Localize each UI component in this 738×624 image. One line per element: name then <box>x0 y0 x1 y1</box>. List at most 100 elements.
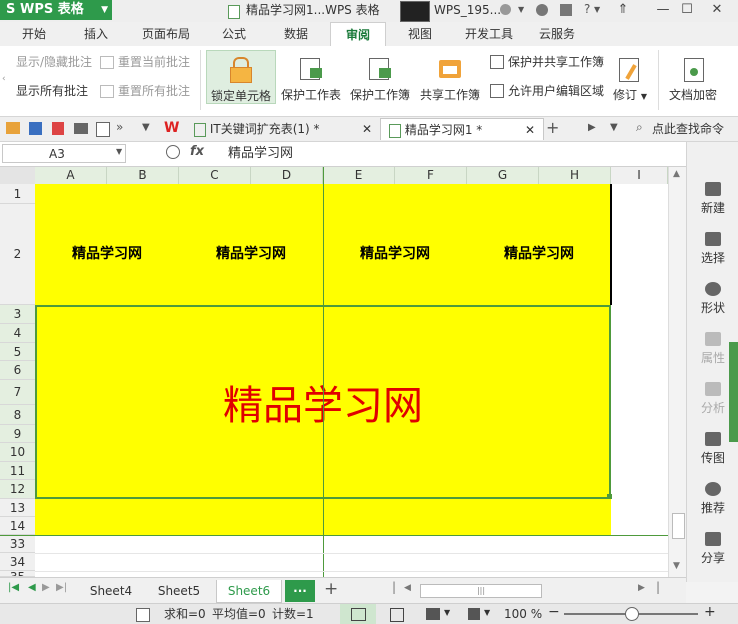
row-header[interactable]: 33 <box>0 535 35 553</box>
row-header[interactable]: 12 <box>0 480 35 499</box>
normal-view-button[interactable] <box>340 604 376 624</box>
panel-new[interactable]: 新建 <box>687 182 738 216</box>
zoom-formula-icon[interactable] <box>166 145 180 159</box>
maximize-button[interactable]: ☐ <box>676 0 698 20</box>
ribbon-scroll-left-icon[interactable]: ‹ <box>2 74 6 84</box>
chevron-down-icon[interactable]: ▼ <box>444 608 450 617</box>
tab-page-layout[interactable]: 页面布局 <box>136 22 196 46</box>
show-hide-comment-button[interactable]: 显示/隐藏批注 <box>16 52 92 72</box>
column-header[interactable]: G <box>467 167 539 184</box>
scroll-left-icon[interactable]: | <box>392 580 396 594</box>
column-header[interactable]: F <box>395 167 467 184</box>
chevron-down-icon[interactable]: ▼ <box>142 122 150 133</box>
next-sheet-icon[interactable]: ▶ <box>42 582 50 593</box>
horizontal-scroll-thumb[interactable]: ||| <box>420 584 542 598</box>
hscroll-left-icon[interactable]: ◀ <box>404 583 411 593</box>
close-button[interactable]: ✕ <box>706 0 728 20</box>
row-header[interactable]: 34 <box>0 553 35 571</box>
tab-view[interactable]: 视图 <box>400 22 440 46</box>
row-header[interactable]: 2 <box>0 204 35 305</box>
chevron-down-icon[interactable]: ▼ <box>594 5 600 14</box>
help-icon[interactable]: ? <box>584 2 590 16</box>
fx-button[interactable]: fx <box>190 144 204 159</box>
doc-encrypt-button[interactable]: 文档加密 <box>664 50 722 102</box>
pdf-icon[interactable] <box>52 122 64 135</box>
fill-handle[interactable] <box>607 494 612 499</box>
tab-list-icon[interactable]: ▼ <box>610 122 618 133</box>
row-header[interactable]: 11 <box>0 462 35 480</box>
column-header[interactable]: E <box>323 167 395 184</box>
save-icon[interactable] <box>29 122 42 135</box>
smiley-icon[interactable] <box>500 4 511 15</box>
sheet-tab-sheet4[interactable]: Sheet4 <box>80 580 142 602</box>
column-header[interactable]: C <box>179 167 251 184</box>
reset-all-comments-button[interactable]: 重置所有批注 <box>118 81 190 101</box>
cell-a2[interactable]: 精品学习网 <box>35 204 179 305</box>
tab-developer[interactable]: 开发工具 <box>460 22 518 46</box>
zoom-in-icon[interactable]: + <box>704 604 716 620</box>
column-header[interactable]: I <box>611 167 668 184</box>
cell-g2[interactable]: 精品学习网 <box>467 204 611 305</box>
user-name[interactable]: WPS_195... <box>434 0 501 20</box>
tab-cloud[interactable]: 云服务 <box>534 22 580 46</box>
print-icon[interactable] <box>74 123 88 134</box>
spreadsheet-grid[interactable]: A B C D E F G H I 1 2 3 4 5 6 7 8 9 10 1… <box>0 167 668 577</box>
row-header[interactable]: 14 <box>0 517 35 535</box>
allow-edit-ranges-button[interactable]: 允许用户编辑区域 <box>508 81 604 101</box>
zoom-out-icon[interactable]: − <box>548 604 560 620</box>
protect-share-workbook-button[interactable]: 保护并共享工作簿 <box>508 52 604 72</box>
more-icon[interactable]: » <box>116 120 123 134</box>
print-preview-icon[interactable] <box>96 122 110 137</box>
reset-current-comment-button[interactable]: 重置当前批注 <box>118 52 190 72</box>
open-icon[interactable] <box>6 122 20 134</box>
protect-sheet-button[interactable]: 保护工作表 <box>280 50 342 102</box>
row-header[interactable]: 7 <box>0 380 35 405</box>
prev-sheet-icon[interactable]: ◀ <box>28 582 36 593</box>
tab-nav-icon[interactable]: ▶ <box>588 122 596 133</box>
row-header[interactable]: 3 <box>0 305 35 324</box>
row-header[interactable]: 13 <box>0 499 35 517</box>
wps-home-icon[interactable]: W <box>164 120 179 136</box>
shirt-icon[interactable] <box>560 4 572 16</box>
tab-insert[interactable]: 插入 <box>76 22 116 46</box>
sheet-tab-sheet5[interactable]: Sheet5 <box>148 580 210 602</box>
macro-icon[interactable] <box>136 608 150 622</box>
doc-tab-jingpin[interactable]: 精品学习网1 * ✕ <box>380 118 544 140</box>
scroll-up-icon[interactable]: ▲ <box>673 169 680 179</box>
formula-input[interactable]: 精品学习网 <box>228 144 678 163</box>
zoom-slider-thumb[interactable] <box>625 607 639 621</box>
panel-select[interactable]: 选择 <box>687 232 738 266</box>
page-layout-view-icon[interactable] <box>426 608 440 620</box>
vertical-scrollbar[interactable]: ▲ ▼ <box>668 167 687 577</box>
new-tab-icon[interactable]: + <box>546 118 559 137</box>
search-icon[interactable]: ⌕ <box>636 120 643 135</box>
tab-formulas[interactable]: 公式 <box>214 22 254 46</box>
add-sheet-icon[interactable]: + <box>324 579 338 599</box>
skin-icon[interactable] <box>536 4 548 16</box>
page-break-view-icon[interactable] <box>390 608 404 622</box>
scroll-thumb[interactable] <box>672 513 685 539</box>
show-all-comments-button[interactable]: 显示所有批注 <box>16 81 88 101</box>
column-header[interactable]: B <box>107 167 179 184</box>
column-header[interactable]: A <box>35 167 107 184</box>
row-header[interactable]: 10 <box>0 443 35 462</box>
cell-e2[interactable]: 精品学习网 <box>323 204 467 305</box>
panel-shape[interactable]: 形状 <box>687 282 738 316</box>
row-header[interactable]: 8 <box>0 405 35 425</box>
scroll-down-icon[interactable]: ▼ <box>673 561 680 571</box>
revisions-button[interactable]: 修订 ▼ <box>608 50 652 102</box>
avatar[interactable] <box>400 1 430 22</box>
tab-home[interactable]: 开始 <box>12 22 56 46</box>
lock-cells-button[interactable]: 锁定单元格 <box>206 50 276 104</box>
name-box[interactable]: A3 <box>2 144 126 163</box>
chevron-down-icon[interactable]: ▼ <box>116 147 122 156</box>
select-all-corner[interactable] <box>0 167 36 184</box>
row-header[interactable]: 5 <box>0 343 35 361</box>
panel-collapse-icon[interactable] <box>729 342 738 442</box>
first-sheet-icon[interactable]: |◀ <box>8 582 19 593</box>
reading-mode-icon[interactable] <box>468 608 480 620</box>
hscroll-right-icon[interactable]: ▶ <box>638 583 645 593</box>
row-header[interactable]: 4 <box>0 324 35 343</box>
close-icon[interactable]: ✕ <box>362 118 372 140</box>
chevron-down-icon[interactable]: ▼ <box>518 5 524 14</box>
